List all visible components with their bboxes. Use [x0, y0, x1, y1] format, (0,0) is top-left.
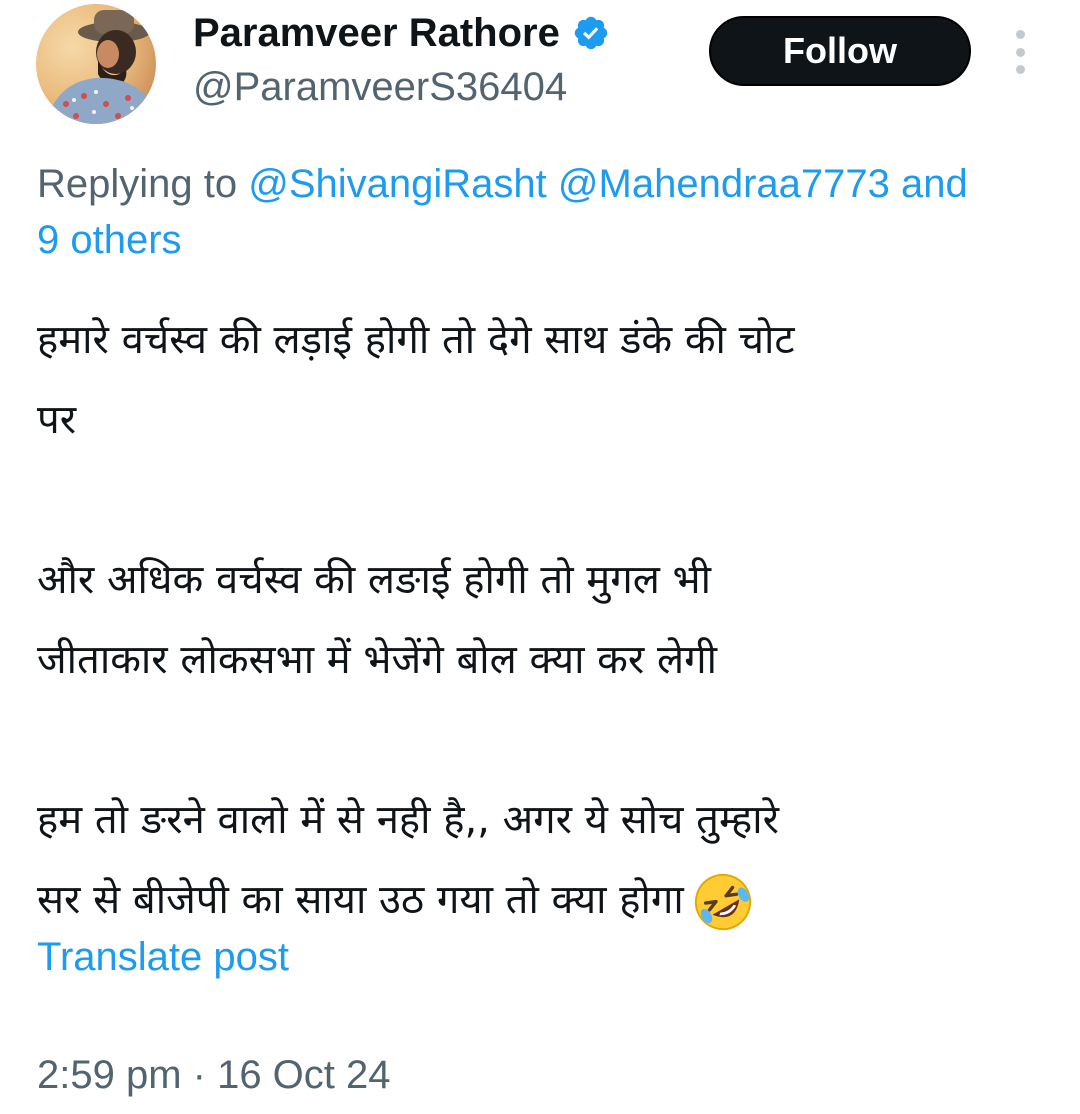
post-line: और अधिक वर्चस्व की लङाई होगी तो मुगल भी	[37, 557, 712, 603]
translate-post-link[interactable]: Translate post	[37, 932, 289, 982]
avatar-image	[36, 4, 156, 124]
author-handle[interactable]: @ParamveerS36404	[193, 64, 567, 110]
more-dot	[1015, 65, 1025, 74]
post-line: सर से बीजेपी का साया उठ गया तो क्या होगा	[37, 877, 684, 923]
mention-link-shivangirasht[interactable]: @ShivangiRasht	[248, 162, 547, 206]
post-text: हमारे वर्चस्व की लड़ाई होगी तो देगे साथ …	[37, 300, 1057, 940]
post-paragraph: और अधिक वर्चस्व की लङाई होगी तो मुगल भी …	[37, 540, 1057, 700]
post-paragraph: हमारे वर्चस्व की लड़ाई होगी तो देगे साथ …	[37, 300, 1057, 460]
replying-to-line: Replying to @ShivangiRasht @Mahendraa777…	[37, 156, 1080, 268]
replying-to-prefix: Replying to	[37, 162, 249, 206]
post-line: हम तो ङरने वालो में से नही है,, अगर ये स…	[37, 797, 780, 843]
reply-joiner[interactable]: and	[901, 162, 968, 206]
more-dot	[1015, 47, 1025, 57]
more-dot	[1015, 30, 1025, 39]
author-display-name[interactable]: Paramveer Rathore	[193, 10, 560, 56]
more-vertical-icon[interactable]	[1006, 30, 1034, 74]
post-paragraph: हम तो ङरने वालो में से नही है,, अगर ये स…	[37, 780, 1057, 940]
post-line: पर	[37, 397, 77, 443]
post-line-with-emoji: सर से बीजेपी का साया उठ गया तो क्या होगा	[37, 860, 1057, 940]
avatar[interactable]	[36, 4, 156, 124]
others-link[interactable]: 9 others	[37, 218, 182, 262]
author-name-row[interactable]: Paramveer Rathore	[193, 10, 610, 56]
rolling-on-floor-laughing-emoji-icon	[692, 871, 754, 933]
mention-link-mahendraa7773[interactable]: @Mahendraa7773	[558, 162, 890, 206]
verified-badge-icon[interactable]	[572, 14, 610, 52]
post-timestamp[interactable]: 2:59 pm · 16 Oct 24	[37, 1047, 391, 1103]
post-line: हमारे वर्चस्व की लड़ाई होगी तो देगे साथ …	[37, 317, 795, 363]
follow-button[interactable]: Follow	[709, 16, 971, 86]
post-line: जीताकार लोकसभा में भेजेंगे बोल क्या कर ल…	[37, 637, 717, 683]
